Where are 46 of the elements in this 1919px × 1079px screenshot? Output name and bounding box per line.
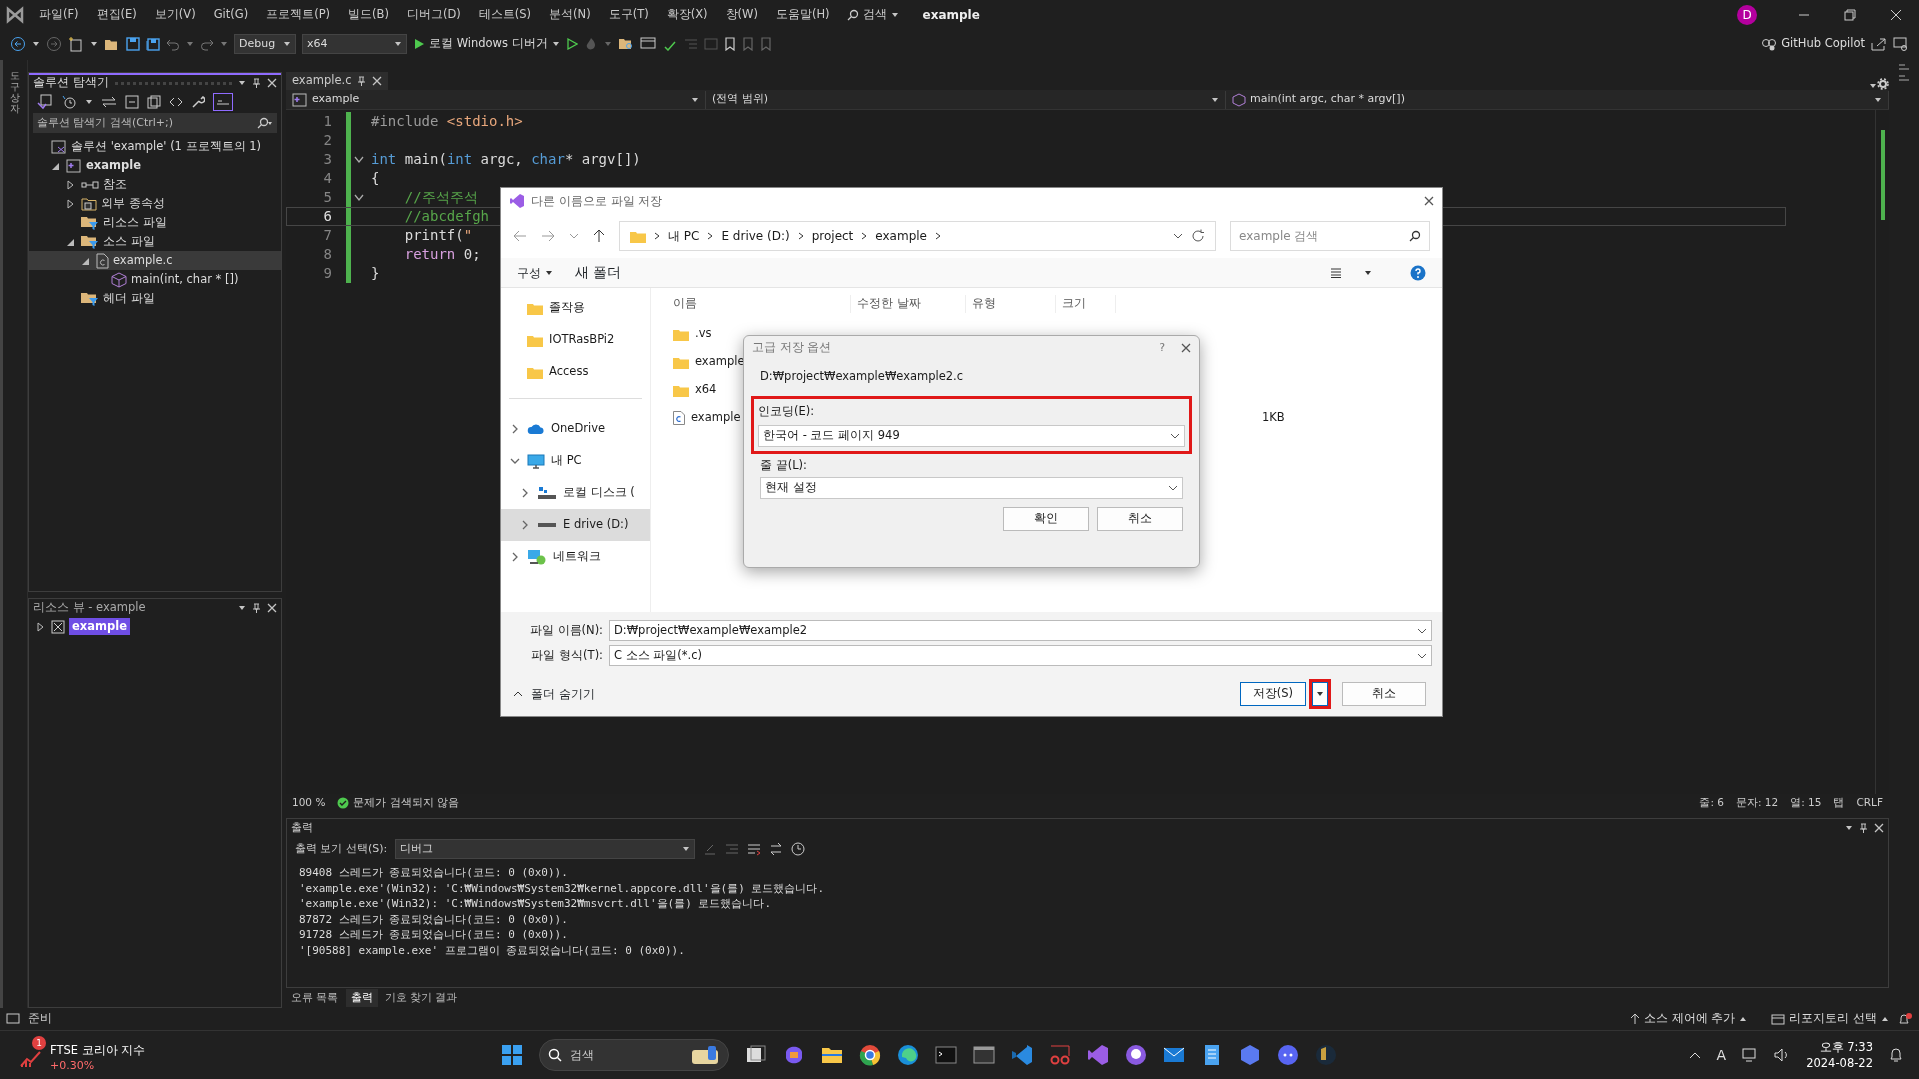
output-line: 89408 스레드가 종료되었습니다(코드: 0 (0x0)).	[298, 865, 569, 881]
field-label: 인코딩(E):	[758, 403, 816, 421]
panel-title: 출력	[291, 819, 313, 836]
code-line: int main(int argc, char* argv[])	[370, 150, 641, 169]
output-line: 'example.exe'(Win32): 'C:₩Windows₩System32₩kernel.appcore.dll'을(를) 로드했습니다.	[298, 880, 826, 896]
status-text: 줄: 6	[1699, 795, 1724, 811]
line-number: 6	[322, 207, 333, 226]
panel-title: 솔루션 탐색기	[33, 74, 109, 92]
line-number: 7	[322, 226, 333, 245]
output-line: '[90588] example.exe' 프로그램이 종료되었습니다(코드: 0 (0x0)).	[298, 942, 686, 958]
output-line: 87872 스레드가 종료되었습니다(코드: 0 (0x0)).	[298, 911, 569, 927]
line-number: 4	[322, 169, 333, 188]
output-line: 'example.exe'(Win32): 'C:₩Windows₩System32₩msvcrt.dll'을(를) 로드했습니다.	[298, 896, 773, 912]
code-line: printf("	[403, 226, 473, 245]
status-text: CRLF	[1856, 795, 1883, 811]
field-label: 파일 이름(N):	[528, 621, 603, 639]
output-line: 91728 스레드가 종료되었습니다(코드: 0 (0x0)).	[298, 927, 569, 943]
status-text: 문자: 12	[1735, 795, 1779, 811]
code-line: return 0;	[403, 245, 481, 264]
status-text: 준비	[28, 1010, 52, 1028]
status-text: 탭	[1833, 795, 1845, 811]
code-line: #include <stdio.h>	[370, 112, 523, 131]
window-title: example	[922, 7, 980, 24]
code-line: //abcdefgh	[403, 207, 489, 226]
line-number: 5	[322, 188, 333, 207]
widget-change: +0.30%	[50, 1058, 96, 1073]
file-size: 1KB	[1262, 409, 1285, 427]
line-number: 3	[322, 150, 333, 169]
dialog-title: 고급 저장 옵션	[752, 339, 833, 357]
line-number: 2	[322, 131, 333, 150]
dialog-title: 다른 이름으로 파일 저장	[531, 193, 664, 210]
status-text: 열: 15	[1790, 795, 1822, 811]
code-line: }	[370, 264, 380, 283]
field-label: 줄 끝(L):	[760, 456, 808, 474]
notification-badge: 1	[32, 1036, 46, 1050]
status-text: 문제가 검색되지 않음	[353, 795, 460, 811]
line-number: 8	[322, 245, 333, 264]
field-label: 파일 형식(T):	[530, 646, 603, 664]
panel-title: 리소스 뷰 - example	[33, 599, 146, 617]
line-number: 9	[322, 264, 333, 283]
file-path: D:₩project₩example₩example2.c	[760, 368, 965, 385]
code-line: {	[370, 169, 380, 188]
code-line: //주석주석	[403, 188, 478, 207]
line-number: 1	[322, 112, 333, 131]
widget-title: FTSE 코리아 지수	[50, 1043, 146, 1058]
field-label: 출력 보기 선택(S):	[295, 840, 388, 857]
